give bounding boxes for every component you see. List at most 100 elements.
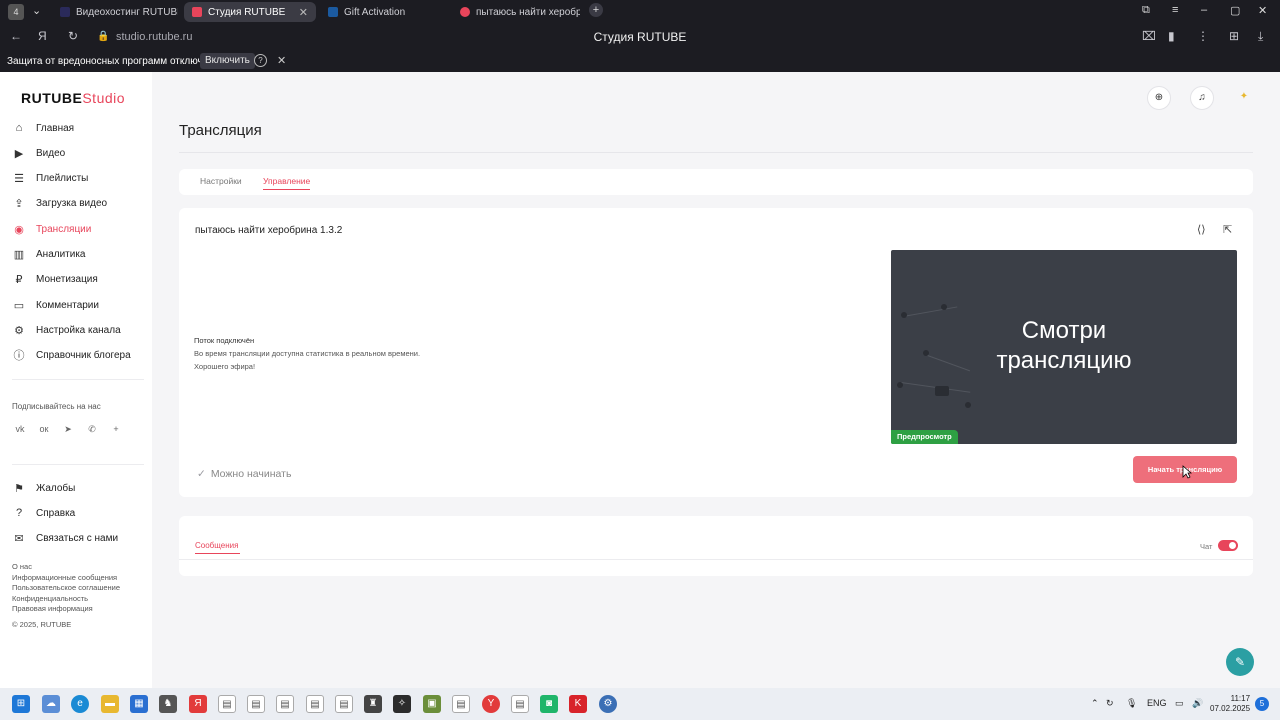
sidebar-item-label: Связаться с нами (36, 532, 119, 544)
close-window-icon[interactable]: ✕ (1258, 4, 1267, 17)
help-icon[interactable]: ? (254, 54, 267, 67)
chevron-down-icon[interactable]: ⌄ (32, 4, 41, 17)
tab-label: Студия RUTUBE (208, 6, 286, 18)
viber-icon[interactable]: ✆ (85, 422, 99, 436)
close-warning-icon[interactable]: ✕ (277, 54, 286, 67)
file-icon[interactable]: ▤ (276, 695, 294, 713)
footer-links: О нас Информационные сообщения Пользоват… (12, 562, 120, 630)
clock[interactable]: 11:17 07.02.2025 (1210, 694, 1250, 714)
tab-messages[interactable]: Сообщения (195, 541, 238, 550)
file-icon[interactable]: ▤ (218, 695, 236, 713)
divider (179, 559, 1253, 560)
share-icon[interactable]: ⟨⟩ (1197, 223, 1206, 236)
yandex-favicon-icon (460, 7, 470, 17)
sidebar-item-broadcasts[interactable]: ◉ Трансляции (12, 219, 91, 239)
minecraft-icon[interactable]: ▣ (423, 695, 441, 713)
sidebar-item-label: Видео (36, 147, 66, 159)
enable-protection-button[interactable]: Включить (200, 53, 255, 69)
kaspersky-icon[interactable]: K (569, 695, 587, 713)
check-icon: ✓ (197, 468, 206, 480)
sidebar-item-home[interactable]: ⌂ Главная (12, 118, 74, 138)
yandex-icon[interactable]: Я (189, 695, 207, 713)
stream-preview[interactable]: Смотри трансляцию Предпросмотр (891, 250, 1237, 444)
tab-counter[interactable]: 4 (8, 4, 24, 20)
close-tab-icon[interactable]: ✕ (299, 6, 308, 19)
footer-link-user-agreement[interactable]: Пользовательское соглашение (12, 583, 120, 594)
compass-icon[interactable]: ✧ (393, 695, 411, 713)
language-indicator[interactable]: ENG (1147, 698, 1167, 708)
bookmark-icon[interactable]: ▮ (1168, 29, 1175, 43)
sidebar-item-blogger-guide[interactable]: ⓘ Справочник блогера (12, 345, 131, 365)
sidebar-item-upload[interactable]: ⇪ Загрузка видео (12, 193, 107, 213)
external-link-icon[interactable]: ⇱ (1223, 223, 1232, 236)
logo-suffix: Studio (82, 90, 126, 106)
chat-toggle[interactable] (1218, 540, 1238, 551)
file-icon[interactable]: ▤ (452, 695, 470, 713)
menu-icon[interactable]: ≡ (1172, 4, 1178, 16)
tab-rutube-home[interactable]: Видеохостинг RUTUBE. С (52, 2, 178, 22)
weather-icon[interactable]: ☁ (42, 695, 60, 713)
sidebar-item-label: Загрузка видео (36, 197, 108, 209)
sync-icon[interactable]: ↻ (1106, 698, 1114, 709)
rutube-studio-logo[interactable]: RUTUBEStudio (21, 90, 125, 106)
sidebar-item-analytics[interactable]: ▥ Аналитика (12, 244, 86, 264)
sidebar-item-monetization[interactable]: ₽ Монетизация (12, 269, 98, 289)
file-icon[interactable]: ▤ (247, 695, 265, 713)
sidebar-item-contact[interactable]: ✉ Связаться с нами (12, 528, 118, 548)
file-icon[interactable]: ▤ (306, 695, 324, 713)
side-panel-icon[interactable]: ⊞ (1229, 29, 1239, 43)
app-icon[interactable]: ♞ (159, 695, 177, 713)
tab-management[interactable]: Управление (263, 176, 310, 186)
support-chat-button[interactable]: ✎ (1226, 648, 1254, 676)
file-icon[interactable]: ▤ (335, 695, 353, 713)
rutube-favicon-icon (60, 7, 70, 17)
minimize-icon[interactable]: – (1201, 4, 1207, 16)
chevron-up-icon[interactable]: ⌃ (1091, 698, 1099, 709)
microphone-icon[interactable]: 🎙 (1126, 698, 1137, 709)
network-icon[interactable]: ▭ (1175, 698, 1184, 709)
windows-start-icon[interactable]: ⊞ (12, 695, 30, 713)
footer-link-info-messages[interactable]: Информационные сообщения (12, 573, 120, 584)
collections-icon[interactable]: ⧉ (1142, 4, 1150, 17)
more-icon[interactable]: ⋮ (1197, 29, 1209, 43)
sidebar-item-channel-settings[interactable]: ⚙ Настройка канала (12, 320, 121, 340)
maximize-icon[interactable]: ▢ (1230, 4, 1240, 17)
sidebar-item-playlists[interactable]: ☰ Плейлисты (12, 168, 88, 188)
steam-icon[interactable]: ⚙ (599, 695, 617, 713)
page-title: Трансляция (179, 122, 262, 139)
new-tab-icon[interactable]: + (589, 3, 603, 17)
avatar[interactable]: ✦ (1232, 86, 1256, 110)
tab-gift-activation[interactable]: Gift Activation (320, 2, 450, 22)
sidebar-item-video[interactable]: ▶ Видео (12, 143, 65, 163)
sidebar-item-comments[interactable]: ▭ Комментарии (12, 295, 99, 315)
store-icon[interactable]: ▦ (130, 695, 148, 713)
vk-icon[interactable]: vk (13, 422, 27, 436)
app-green-icon[interactable]: ◙ (540, 695, 558, 713)
ready-status: ✓ Можно начинать (197, 468, 291, 480)
notifications-badge[interactable]: 5 (1255, 697, 1269, 711)
sidebar-item-complaints[interactable]: ⚑ Жалобы (12, 478, 75, 498)
more-social-icon[interactable]: + (109, 422, 123, 436)
tab-settings[interactable]: Настройки (200, 176, 242, 186)
odnoklassniki-icon[interactable]: ок (37, 422, 51, 436)
edge-icon[interactable]: e (71, 695, 89, 713)
browser-page-title: Студия RUTUBE (593, 30, 687, 44)
tab-stream[interactable]: пытаюсь найти херобрина (452, 2, 580, 22)
tab-rutube-studio[interactable]: Студия RUTUBE ✕ (184, 2, 316, 22)
sidebar-item-label: Трансляции (36, 223, 92, 235)
upload-header-icon[interactable]: ⊕ (1147, 86, 1171, 110)
volume-icon[interactable]: 🔊 (1192, 698, 1203, 709)
file-icon[interactable]: ▤ (511, 695, 529, 713)
download-icon[interactable]: ⤓ (1258, 29, 1263, 44)
game-icon[interactable]: ♜ (364, 695, 382, 713)
footer-link-privacy[interactable]: Конфиденциальность (12, 594, 120, 605)
yandex-browser-icon[interactable]: Y (482, 695, 500, 713)
extension-icon[interactable]: ⌧ (1142, 29, 1156, 43)
footer-link-about[interactable]: О нас (12, 562, 120, 573)
stream-name: пытаюсь найти херобрина 1.3.2 (195, 225, 343, 236)
file-explorer-icon[interactable]: ▬ (101, 695, 119, 713)
telegram-icon[interactable]: ➤ (61, 422, 75, 436)
notifications-icon[interactable]: ♫ (1190, 86, 1214, 110)
sidebar-item-help[interactable]: ? Справка (12, 503, 75, 523)
footer-link-legal[interactable]: Правовая информация (12, 604, 120, 615)
